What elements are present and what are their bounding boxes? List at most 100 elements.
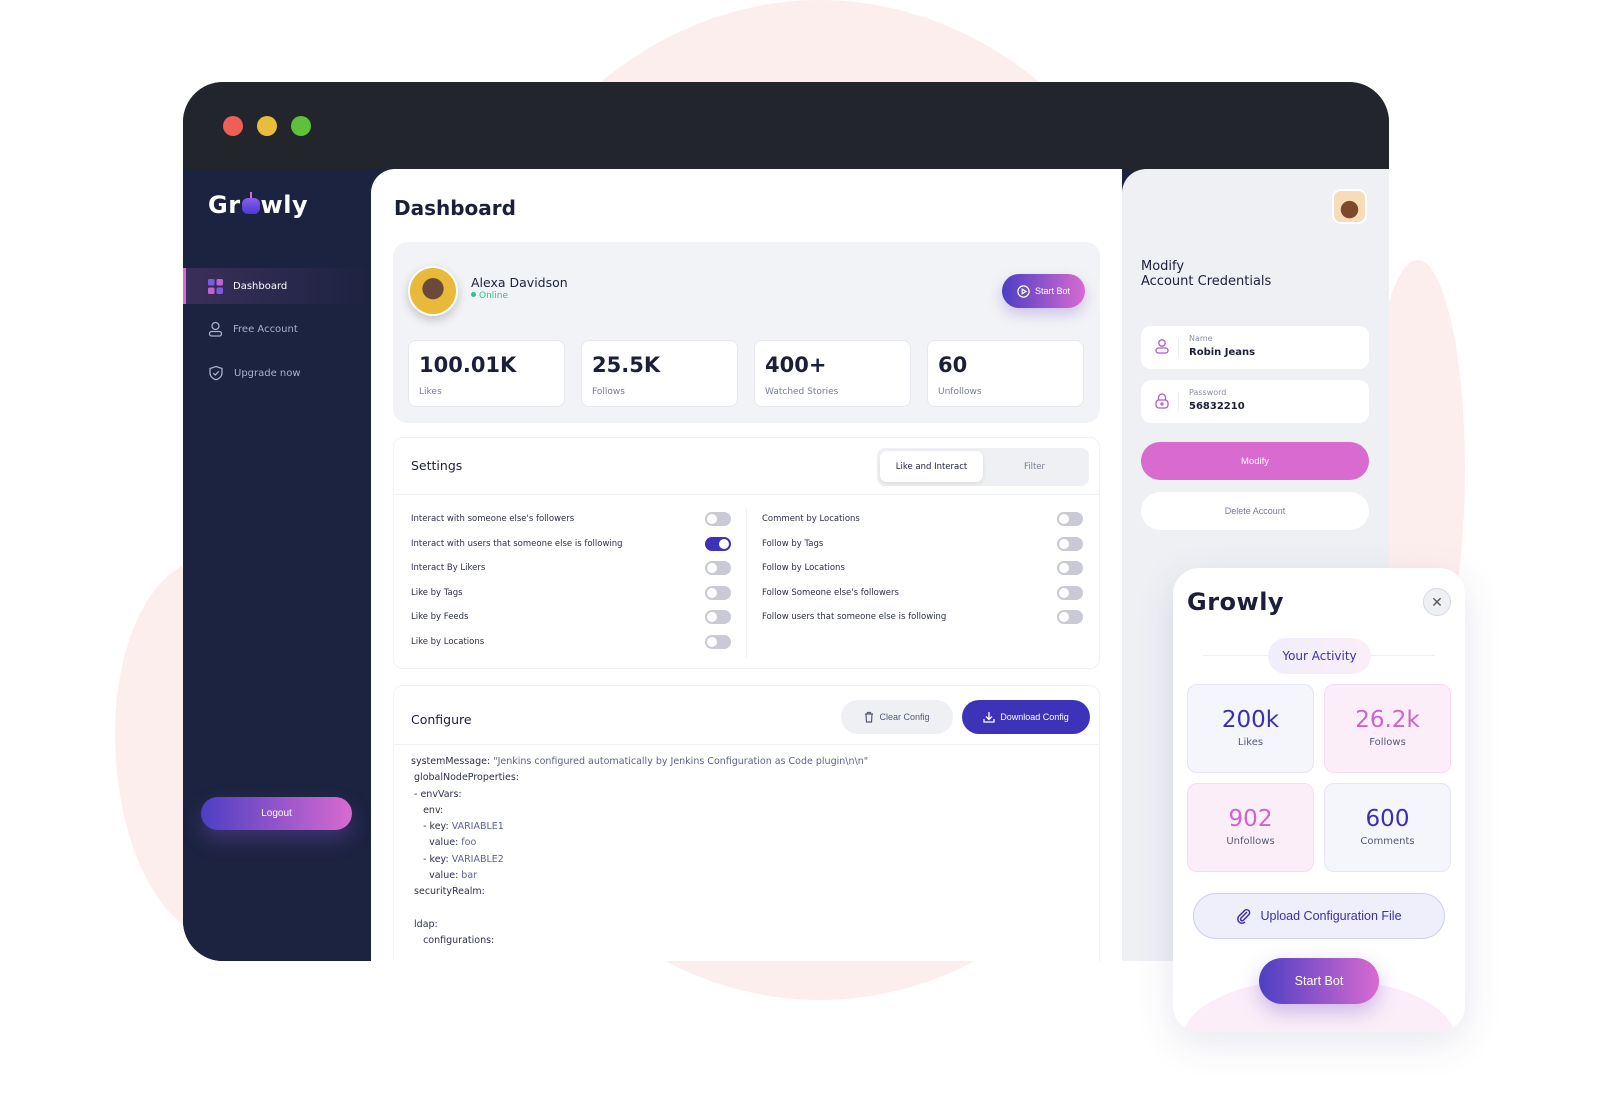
setting-label: Follow by Tags xyxy=(762,538,824,549)
user-icon xyxy=(208,321,223,337)
settings-tabs: Like and Interact Filter xyxy=(877,448,1089,486)
stat-card-follows: 25.5K Follows xyxy=(581,340,738,407)
start-bot-button[interactable]: Start Bot xyxy=(1002,274,1085,308)
lock-icon xyxy=(1155,393,1169,409)
setting-label: Follow by Locations xyxy=(762,563,845,574)
upload-configuration-button[interactable]: Upload Configuration File xyxy=(1193,893,1445,939)
stat-card-unfollows: 60 Unfollows xyxy=(927,340,1084,407)
main-content: Dashboard Alexa Davidson Online Start Bo… xyxy=(371,169,1122,961)
divider xyxy=(394,494,1099,495)
code-key: - key: xyxy=(411,853,452,865)
maximize-window-button[interactable] xyxy=(291,116,311,136)
sidebar-item-label: Free Account xyxy=(233,323,298,335)
code-key: value: xyxy=(411,837,462,849)
growly-logo: Gr wly xyxy=(208,191,309,219)
user-avatar[interactable] xyxy=(1332,189,1367,224)
code-value: foo xyxy=(461,837,477,849)
setting-label: Like by Tags xyxy=(411,587,463,598)
config-code[interactable]: systemMessage: "Jenkins configured autom… xyxy=(411,754,868,950)
code-value: bar xyxy=(461,870,478,882)
divider xyxy=(394,744,1099,745)
name-field[interactable]: Name Robin Jeans xyxy=(1141,326,1369,369)
code-key: - key: xyxy=(411,821,452,833)
growly-logo: Growly xyxy=(1187,588,1285,616)
setting-toggle[interactable] xyxy=(1057,585,1083,600)
start-bot-button[interactable]: Start Bot xyxy=(1259,958,1379,1004)
code-key: systemMessage: xyxy=(411,756,494,767)
stat-card-watched-stories: 400+ Watched Stories xyxy=(754,340,911,407)
credentials-title: Modify Account Credentials xyxy=(1141,259,1272,289)
code-value: VARIABLE1 xyxy=(451,821,504,833)
sidebar-item-label: Dashboard xyxy=(233,280,288,292)
sidebar: Gr wly Dashboard Free Account Upgrade now… xyxy=(183,169,371,961)
close-window-button[interactable] xyxy=(223,116,243,136)
setting-toggle[interactable] xyxy=(705,512,731,526)
sidebar-item-free-account[interactable]: Free Account xyxy=(183,311,371,347)
setting-toggle[interactable] xyxy=(705,610,731,625)
password-field[interactable]: Password 56832210 xyxy=(1141,380,1369,423)
code-key: ldap: xyxy=(411,918,438,930)
close-icon: ✕ xyxy=(1431,593,1443,610)
code-value: VARIABLE2 xyxy=(451,853,504,865)
sidebar-item-upgrade-now[interactable]: Upgrade now xyxy=(183,355,371,391)
settings-card: Settings Like and Interact Filter Intera… xyxy=(393,437,1100,669)
setting-label: Comment by Locations xyxy=(762,514,860,524)
code-key: - envVars: xyxy=(411,788,462,800)
code-key: globalNodeProperties: xyxy=(411,772,519,784)
setting-toggle[interactable] xyxy=(1057,536,1083,551)
page-title: Dashboard xyxy=(394,196,516,220)
setting-toggle[interactable] xyxy=(1057,610,1083,625)
grid-icon xyxy=(208,278,223,294)
configure-title: Configure xyxy=(411,712,472,727)
tab-like-and-interact[interactable]: Like and Interact xyxy=(880,451,983,482)
code-key: configurations: xyxy=(411,935,495,947)
profile-name: Alexa Davidson xyxy=(471,275,568,290)
activity-tile-follows: 26.2k Follows xyxy=(1324,684,1451,773)
activity-tile-likes: 200k Likes xyxy=(1187,684,1314,773)
setting-label: Interact with someone else's followers xyxy=(411,514,575,524)
activity-tile-unfollows: 902 Unfollows xyxy=(1187,783,1314,872)
tab-filter[interactable]: Filter xyxy=(983,451,1086,482)
close-button[interactable]: ✕ xyxy=(1423,588,1451,616)
setting-toggle[interactable] xyxy=(705,585,731,600)
setting-label: Interact with users that someone else is… xyxy=(411,538,623,549)
trash-icon xyxy=(865,711,874,723)
status-badge: Online xyxy=(471,291,508,301)
sidebar-item-label: Upgrade now xyxy=(234,367,301,379)
download-icon xyxy=(983,712,995,723)
minimize-window-button[interactable] xyxy=(257,116,277,136)
user-icon xyxy=(1155,339,1169,354)
activity-tile-comments: 600 Comments xyxy=(1324,783,1451,872)
setting-toggle[interactable] xyxy=(705,561,731,576)
modify-button[interactable]: Modify xyxy=(1141,442,1369,480)
setting-toggle[interactable] xyxy=(1057,561,1083,576)
code-value: "Jenkins configured automatically by Jen… xyxy=(493,756,869,767)
clear-config-button[interactable]: Clear Config xyxy=(841,700,953,734)
setting-toggle[interactable] xyxy=(705,635,731,649)
settings-title: Settings xyxy=(411,458,463,473)
setting-label: Follow users that someone else is follow… xyxy=(762,612,947,623)
stat-card-likes: 100.01K Likes xyxy=(408,340,565,407)
title-bar xyxy=(183,82,1389,169)
download-config-button[interactable]: Download Config xyxy=(962,700,1090,734)
setting-label: Like by Locations xyxy=(411,637,485,647)
your-activity-label: Your Activity xyxy=(1268,638,1371,674)
code-key: env: xyxy=(411,804,444,816)
configure-card: Configure Clear Config Download Config s… xyxy=(393,685,1100,961)
setting-toggle[interactable] xyxy=(705,536,731,551)
logout-button[interactable]: Logout xyxy=(201,797,352,830)
paperclip-icon xyxy=(1237,908,1251,924)
shield-check-icon xyxy=(209,365,223,381)
avatar xyxy=(408,266,458,316)
profile-card: Alexa Davidson Online Start Bot 100.01K L… xyxy=(393,242,1100,423)
sidebar-item-dashboard[interactable]: Dashboard xyxy=(183,268,371,304)
code-key: securityRealm: xyxy=(411,886,485,898)
play-circle-icon xyxy=(1017,284,1030,298)
delete-account-button[interactable]: Delete Account xyxy=(1141,492,1369,530)
code-key: value: xyxy=(411,870,462,882)
setting-toggle[interactable] xyxy=(1057,512,1083,526)
divider xyxy=(746,508,747,658)
setting-label: Interact By Likers xyxy=(411,563,486,574)
setting-label: Follow Someone else's followers xyxy=(762,587,899,598)
activity-widget: Growly ✕ Your Activity 200k Likes 26.2k Fo… xyxy=(1173,568,1465,1032)
